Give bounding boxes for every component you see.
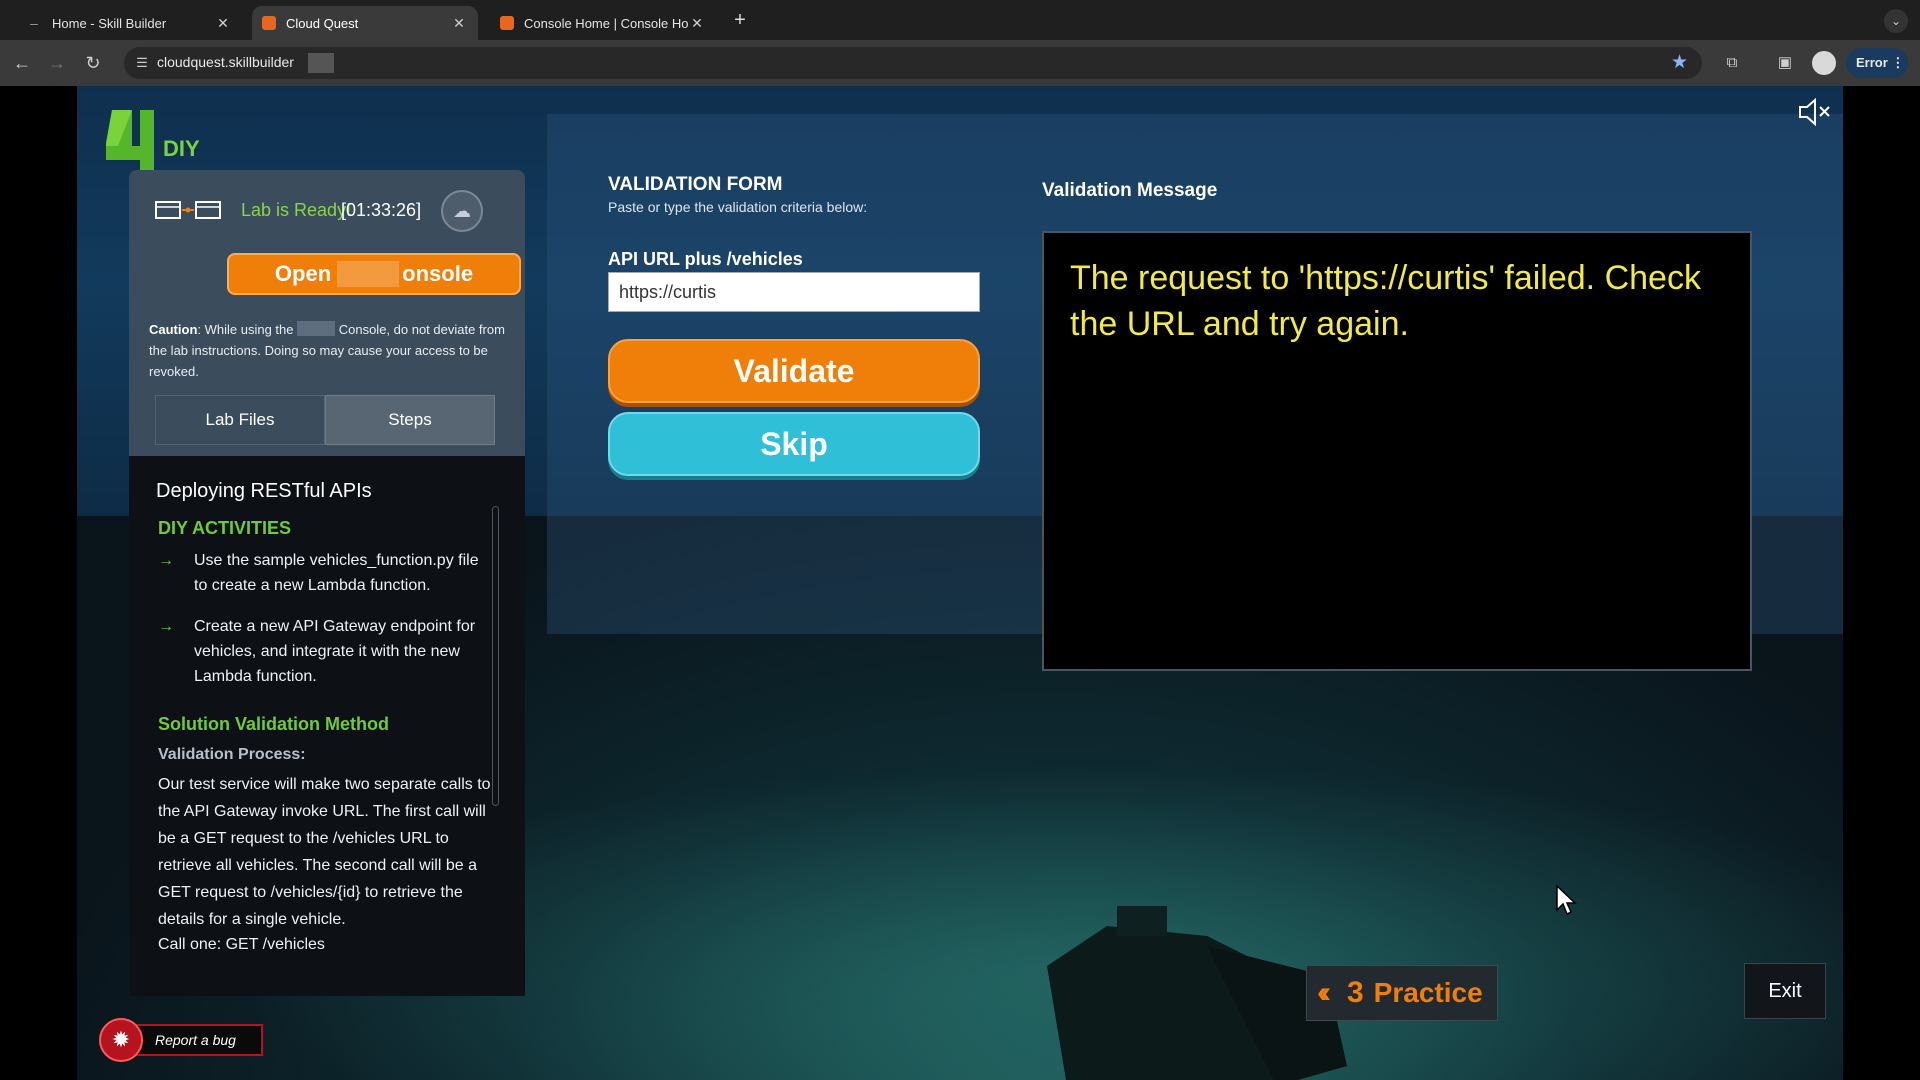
activity-text: Use the sample vehicles_function.py file… bbox=[194, 552, 479, 594]
report-bug-button[interactable]: Report a bug ✹ bbox=[99, 1018, 263, 1062]
validation-message-title: Validation Message bbox=[1042, 180, 1218, 201]
site-settings-icon[interactable]: ☰ bbox=[132, 53, 152, 73]
activity-item: → Create a new API Gateway endpoint for … bbox=[158, 614, 488, 689]
validation-message-box: The request to 'https://curtis' failed. … bbox=[1042, 231, 1752, 671]
close-icon[interactable]: ✕ bbox=[688, 15, 706, 32]
forward-arrow-icon[interactable]: → bbox=[44, 50, 70, 76]
cloud-download-button[interactable]: ☁ bbox=[441, 190, 483, 232]
cube-favicon-icon bbox=[500, 16, 514, 30]
diy-activities-heading: DIY ACTIVITIES bbox=[158, 518, 292, 538]
extensions-puzzle-icon[interactable]: ⧉ bbox=[1720, 51, 1744, 75]
side-panel-icon[interactable]: ▣ bbox=[1773, 51, 1797, 75]
redacted-url-segment bbox=[308, 53, 334, 73]
practice-button[interactable]: ‹‹ 3 Practice bbox=[1306, 965, 1498, 1021]
caution-note: Caution: While using the Console, do not… bbox=[149, 319, 517, 382]
bug-icon: ✹ bbox=[99, 1018, 143, 1062]
open-console-button[interactable]: Open onsole bbox=[227, 253, 521, 295]
lab-timer: [01:33:26] bbox=[341, 200, 422, 220]
open-console-label-2: onsole bbox=[402, 261, 474, 286]
double-chevron-left-icon: ‹‹ bbox=[1317, 976, 1331, 1009]
lab-status: Lab is Ready! bbox=[241, 200, 352, 220]
api-url-input[interactable] bbox=[608, 272, 980, 312]
url-text: cloudquest.skillbuilder bbox=[157, 54, 294, 70]
tab-title: Cloud Quest bbox=[286, 15, 359, 31]
error-status-button[interactable]: Error ⋮ bbox=[1846, 48, 1908, 78]
error-label: Error bbox=[1856, 55, 1888, 70]
activity-text: Create a new API Gateway endpoint for ve… bbox=[194, 618, 476, 685]
tab-title: Console Home | Console Ho bbox=[524, 15, 688, 31]
open-console-label-1: Open bbox=[274, 261, 332, 286]
steps-title: Deploying RESTful APIs bbox=[156, 480, 372, 502]
mode-label: DIY bbox=[163, 136, 200, 161]
tab-favicon-icon: – bbox=[30, 15, 38, 31]
tab-cloud-quest[interactable]: Cloud Quest ✕ bbox=[252, 6, 478, 40]
bookmark-star-icon[interactable]: ★ bbox=[1671, 51, 1688, 74]
validation-message-text: The request to 'https://curtis' failed. … bbox=[1070, 259, 1701, 343]
solution-validation-heading: Solution Validation Method bbox=[158, 714, 389, 734]
profile-avatar[interactable] bbox=[1812, 51, 1836, 75]
steps-content[interactable]: Deploying RESTful APIs DIY ACTIVITIES → … bbox=[129, 456, 525, 996]
report-bug-label: Report a bug bbox=[131, 1024, 263, 1056]
practice-label: Practice bbox=[1373, 977, 1483, 1008]
validation-process-text: Our test service will make two separate … bbox=[158, 776, 491, 928]
redacted-text bbox=[297, 321, 336, 336]
browser-toolbar: ← → ↻ ☰ cloudquest.skillbuilder ★ ⧉ ▣ Er… bbox=[0, 40, 1920, 86]
redacted-text bbox=[337, 261, 400, 287]
game-viewport: DIY Lab is Ready! [01:33:26] ☁ Open onso… bbox=[77, 86, 1843, 1080]
validation-form-title: VALIDATION FORM bbox=[608, 174, 783, 195]
caution-label: Caution bbox=[149, 322, 198, 337]
lab-panel: Lab is Ready! [01:33:26] ☁ Open onsole C… bbox=[129, 170, 525, 456]
tab-search-button[interactable]: ⌄ bbox=[1884, 9, 1908, 33]
lab-connection-icon bbox=[155, 201, 221, 219]
back-arrow-icon[interactable]: ← bbox=[9, 50, 35, 76]
validation-form-subtitle: Paste or type the validation criteria be… bbox=[608, 199, 868, 215]
validation-process-heading: Validation Process: bbox=[158, 746, 306, 763]
steps-scrollbar[interactable] bbox=[492, 506, 499, 806]
browser-tab-bar: – Home - Skill Builder ✕ Cloud Quest ✕ C… bbox=[0, 0, 1920, 40]
arrow-right-icon: → bbox=[158, 552, 174, 569]
tab-title: Home - Skill Builder bbox=[52, 15, 167, 31]
tab-home-skill-builder[interactable]: – Home - Skill Builder ✕ bbox=[16, 6, 242, 40]
api-url-label: API URL plus /vehicles bbox=[608, 249, 803, 269]
skip-button[interactable]: Skip bbox=[608, 412, 980, 476]
tab-lab-files[interactable]: Lab Files bbox=[155, 395, 325, 445]
lab-tabs: Lab Files Steps bbox=[155, 395, 495, 445]
new-tab-button[interactable]: + bbox=[728, 9, 752, 33]
caution-text-1: : While using the bbox=[197, 322, 298, 337]
exit-button[interactable]: Exit bbox=[1744, 963, 1826, 1019]
tab-steps[interactable]: Steps bbox=[325, 395, 495, 445]
activity-item: → Use the sample vehicles_function.py fi… bbox=[158, 548, 488, 598]
address-bar[interactable]: ☰ cloudquest.skillbuilder ★ bbox=[124, 47, 1702, 79]
tab-console-home[interactable]: Console Home | Console Ho ✕ bbox=[490, 6, 716, 40]
validate-button[interactable]: Validate bbox=[608, 339, 980, 403]
reload-icon[interactable]: ↻ bbox=[80, 50, 106, 76]
cube-favicon-icon bbox=[262, 16, 276, 30]
mouse-cursor-icon bbox=[1556, 884, 1577, 916]
close-icon[interactable]: ✕ bbox=[450, 15, 468, 32]
arrow-right-icon: → bbox=[158, 618, 174, 635]
speaker-mute-icon[interactable] bbox=[1798, 97, 1832, 127]
practice-number: 3 bbox=[1346, 976, 1364, 1009]
call-one-text: Call one: GET /vehicles bbox=[158, 936, 325, 953]
close-icon[interactable]: ✕ bbox=[214, 15, 232, 32]
